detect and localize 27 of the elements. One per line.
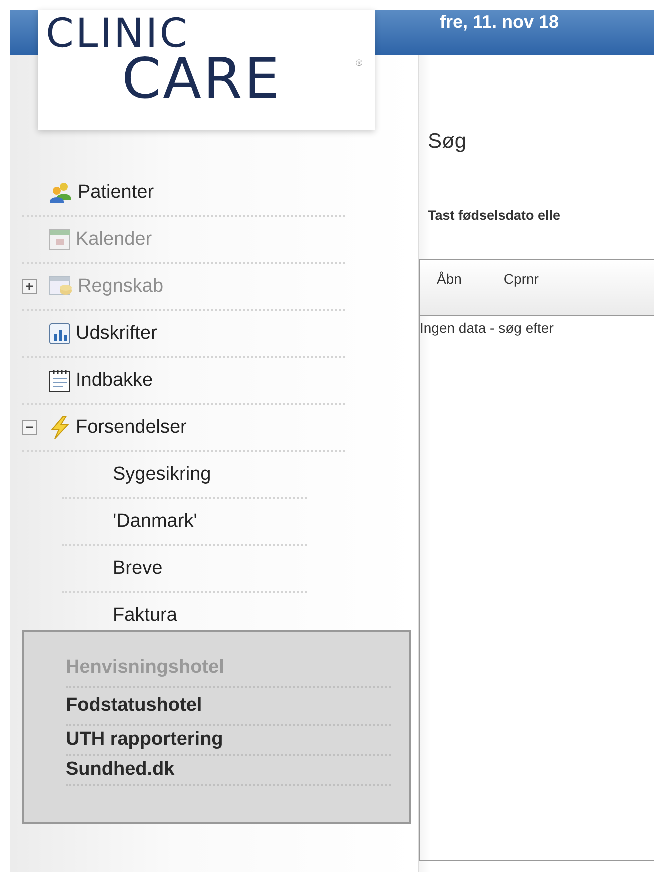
notepad-icon [49, 368, 71, 392]
nav-subitem[interactable]: Sygesikring [113, 464, 212, 486]
nav-item[interactable]: Patienter [78, 182, 154, 204]
column-header[interactable]: Åbn [437, 271, 462, 287]
nav-item[interactable]: Udskrifter [76, 322, 158, 344]
lightning-icon [49, 416, 71, 440]
column-header[interactable]: Cprnr [504, 271, 539, 287]
nav-item[interactable]: Forsendelser [76, 416, 187, 438]
nav-subitem[interactable]: 'Danmark' [113, 510, 198, 532]
header-date: fre, 11. nov 18 [440, 11, 560, 33]
logo-text: CARE [122, 52, 282, 108]
people-icon [49, 182, 73, 204]
registered-mark: ® [356, 58, 363, 68]
menu-item[interactable]: Fodstatushotel [66, 695, 202, 717]
menu-item[interactable]: UTH rapportering [66, 729, 224, 751]
ledger-icon [49, 276, 73, 298]
page-title: Søg [428, 130, 467, 154]
empty-message: Ingen data - søg efter [420, 320, 554, 336]
chart-document-icon [49, 322, 71, 344]
calendar-icon [49, 228, 71, 250]
nav-item[interactable]: Indbakke [76, 370, 154, 392]
instruction-text: Tast fødselsdato elle [428, 208, 561, 223]
logo-text: CLINIC [46, 14, 190, 54]
nav-subitem[interactable]: Faktura [113, 604, 178, 626]
nav-subitem[interactable]: Breve [113, 558, 163, 580]
menu-item[interactable]: Sundhed.dk [66, 759, 175, 781]
collapse-toggle[interactable] [22, 420, 37, 435]
